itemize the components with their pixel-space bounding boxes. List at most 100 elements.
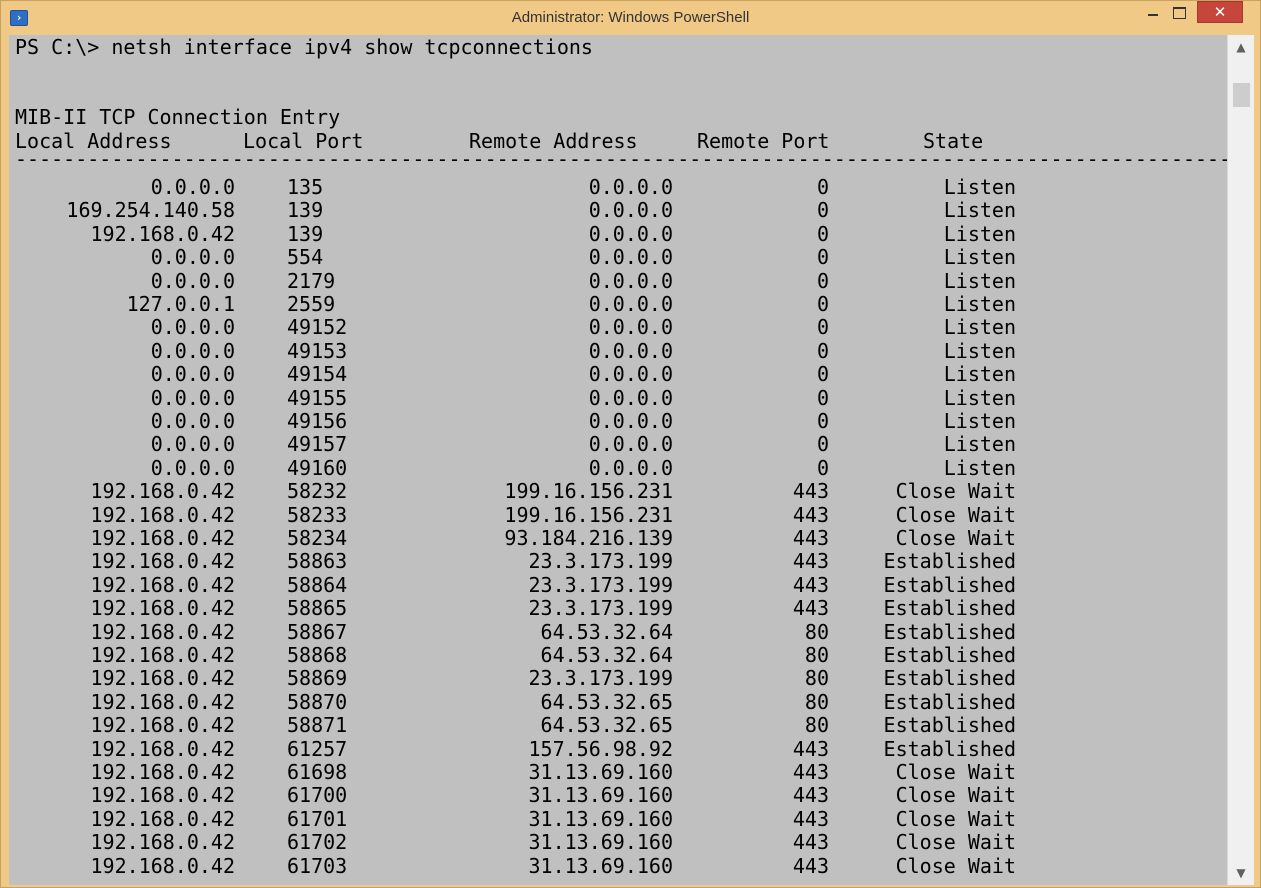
local-address-cell: 192.168.0.42 xyxy=(90,549,236,574)
local-port-cell: 58864 xyxy=(287,572,348,597)
remote-port-cell: 0 xyxy=(816,409,829,433)
remote-address-cell: 31.13.69.160 xyxy=(528,853,674,878)
remote-address-cell: 23.3.173.199 xyxy=(528,666,674,691)
section-title: MIB-II TCP Connection Entry xyxy=(15,105,341,129)
local-address-cell: 0.0.0.0 xyxy=(150,385,235,410)
close-button[interactable]: ✕ xyxy=(1197,1,1243,23)
console-output[interactable]: PS C:\> netsh interface ipv4 show tcpcon… xyxy=(9,35,1227,885)
local-address-cell: 192.168.0.42 xyxy=(90,479,236,504)
remote-port-cell: 0 xyxy=(816,292,829,316)
remote-address-cell: 64.53.32.64 xyxy=(540,643,673,667)
remote-port-cell: 80 xyxy=(804,689,829,714)
vertical-scrollbar[interactable]: ▲ ▼ xyxy=(1227,35,1254,885)
remote-port-cell: 80 xyxy=(804,666,829,691)
local-address-cell: 192.168.0.42 xyxy=(90,689,236,714)
local-port-cell: 2179 xyxy=(287,268,336,293)
local-address-cell: 192.168.0.42 xyxy=(90,666,236,691)
remote-address-cell: 0.0.0.0 xyxy=(588,315,673,340)
local-address-cell: 192.168.0.42 xyxy=(90,713,236,738)
state-cell: Close Wait xyxy=(895,853,1016,878)
state-cell: Established xyxy=(883,736,1016,761)
remote-port-cell: 443 xyxy=(792,549,829,574)
local-address-cell: 127.0.0.1 xyxy=(126,292,235,316)
remote-port-cell: 80 xyxy=(804,643,829,667)
table-row: 0.0.0.0 49152 0.0.0.0 0 Listen xyxy=(9,315,1227,339)
remote-port-cell: 443 xyxy=(792,806,829,831)
local-port-cell: 61703 xyxy=(287,853,348,878)
state-cell: Established xyxy=(883,666,1016,691)
remote-address-cell: 0.0.0.0 xyxy=(588,338,673,363)
remote-port-cell: 0 xyxy=(816,268,829,293)
local-port-cell: 135 xyxy=(287,175,324,199)
state-cell: Close Wait xyxy=(895,783,1016,808)
remote-address-cell: 199.16.156.231 xyxy=(504,502,673,527)
remote-port-cell: 80 xyxy=(804,713,829,738)
state-cell: Listen xyxy=(943,409,1016,433)
state-cell: Listen xyxy=(943,362,1016,387)
local-address-cell: 192.168.0.42 xyxy=(90,526,236,550)
local-address-cell: 192.168.0.42 xyxy=(90,853,236,878)
state-cell: Close Wait xyxy=(895,760,1016,784)
remote-port-cell: 0 xyxy=(816,315,829,340)
table-row: 0.0.0.0 554 0.0.0.0 0 Listen xyxy=(9,245,1227,269)
local-port-cell: 61257 xyxy=(287,736,348,761)
state-cell: Close Wait xyxy=(895,502,1016,527)
state-cell: Listen xyxy=(943,385,1016,410)
remote-address-cell: 23.3.173.199 xyxy=(528,549,674,574)
local-address-cell: 0.0.0.0 xyxy=(150,432,235,457)
remote-port-cell: 0 xyxy=(816,221,829,246)
remote-port-cell: 443 xyxy=(792,572,829,597)
remote-port-cell: 0 xyxy=(816,432,829,457)
state-cell: Listen xyxy=(943,175,1016,199)
local-port-cell: 58867 xyxy=(287,619,348,644)
state-cell: Listen xyxy=(943,245,1016,270)
table-row: 192.168.0.42 58870 64.53.32.65 80 Establishe… xyxy=(9,690,1227,714)
local-port-cell: 61701 xyxy=(287,806,348,831)
local-address-cell: 0.0.0.0 xyxy=(150,409,235,433)
table-row: 192.168.0.42 58234 93.184.216.139 443 Close … xyxy=(9,526,1227,550)
scroll-thumb[interactable] xyxy=(1233,83,1250,107)
state-cell: Listen xyxy=(943,455,1016,480)
minimize-button[interactable] xyxy=(1140,1,1166,23)
local-address-cell: 192.168.0.42 xyxy=(90,736,236,761)
remote-address-cell: 0.0.0.0 xyxy=(588,221,673,246)
table-row: 0.0.0.0 49156 0.0.0.0 0 Listen xyxy=(9,409,1227,433)
remote-address-cell: 93.184.216.139 xyxy=(504,526,673,550)
local-port-cell: 58868 xyxy=(287,643,348,667)
maximize-button[interactable] xyxy=(1166,1,1192,23)
local-address-cell: 192.168.0.42 xyxy=(90,760,236,784)
local-address-cell: 192.168.0.42 xyxy=(90,596,236,621)
local-port-cell: 49160 xyxy=(287,455,348,480)
remote-address-cell: 0.0.0.0 xyxy=(588,362,673,387)
local-port-cell: 49154 xyxy=(287,362,348,387)
remote-address-cell: 199.16.156.231 xyxy=(504,479,673,504)
state-cell: Established xyxy=(883,713,1016,738)
remote-address-cell: 64.53.32.65 xyxy=(540,713,673,738)
local-port-cell: 49156 xyxy=(287,409,348,433)
table-row: 192.168.0.42 58865 23.3.173.199 443 Establis… xyxy=(9,596,1227,620)
local-address-cell: 192.168.0.42 xyxy=(90,221,236,246)
table-row: 192.168.0.42 61257 157.56.98.92 443 Establis… xyxy=(9,737,1227,761)
remote-address-cell: 0.0.0.0 xyxy=(588,175,673,199)
local-address-cell: 0.0.0.0 xyxy=(150,338,235,363)
table-row: 0.0.0.0 49157 0.0.0.0 0 Listen xyxy=(9,432,1227,456)
separator-line: ----------------------------------------… xyxy=(15,147,1227,171)
local-address-cell: 192.168.0.42 xyxy=(90,572,236,597)
scroll-down-icon[interactable]: ▼ xyxy=(1228,861,1254,885)
remote-port-cell: 443 xyxy=(792,596,829,621)
local-address-cell: 0.0.0.0 xyxy=(150,175,235,199)
table-row: 192.168.0.42 58867 64.53.32.64 80 Establishe… xyxy=(9,620,1227,644)
remote-port-cell: 443 xyxy=(792,853,829,878)
local-port-cell: 58869 xyxy=(287,666,348,691)
remote-address-cell: 23.3.173.199 xyxy=(528,596,674,621)
table-row: 169.254.140.58 139 0.0.0.0 0 Listen xyxy=(9,198,1227,222)
table-row: 192.168.0.42 61701 31.13.69.160 443 Close Wa… xyxy=(9,807,1227,831)
remote-address-cell: 0.0.0.0 xyxy=(588,198,673,223)
scroll-up-icon[interactable]: ▲ xyxy=(1228,35,1254,59)
table-row: 192.168.0.42 58864 23.3.173.199 443 Establis… xyxy=(9,573,1227,597)
local-port-cell: 554 xyxy=(287,245,324,270)
local-port-cell: 58232 xyxy=(287,479,348,504)
title-bar[interactable]: › Administrator: Windows PowerShell ✕ xyxy=(1,1,1260,35)
remote-port-cell: 443 xyxy=(792,526,829,550)
table-row: 192.168.0.42 61703 31.13.69.160 443 Close Wa… xyxy=(9,854,1227,878)
